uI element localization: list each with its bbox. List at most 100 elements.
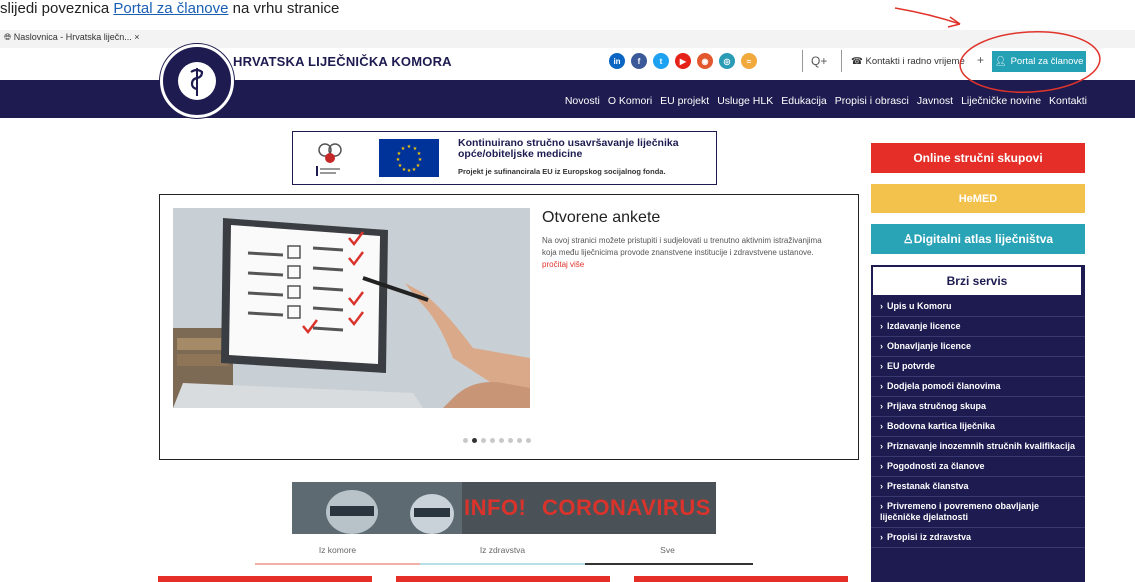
news-card-2[interactable] — [396, 576, 610, 582]
user-icon: 👤︎ — [994, 56, 1007, 67]
hemed-button[interactable]: HeMED — [871, 184, 1085, 213]
quick-service-item[interactable]: › Bodovna kartica liječnika — [871, 417, 1085, 437]
eu-banner-line2: opće/obiteljske medicine — [458, 148, 583, 160]
slider-dot[interactable] — [481, 438, 486, 443]
main-nav: Novosti O Komori EU projekt Usluge HLK Eduka… — [565, 95, 1087, 107]
slide-description: Na ovoj stranici možete pristupiti i sud… — [542, 235, 827, 271]
slide-title[interactable]: Otvorene ankete — [542, 209, 660, 227]
search-icon[interactable]: Q+ — [811, 54, 827, 68]
atlas-label: Digitalni atlas liječništva — [913, 232, 1054, 246]
rss-icon[interactable]: ≈ — [741, 53, 757, 69]
quick-service-label: Dodjela pomoći članovima — [887, 381, 1001, 391]
svg-text:★: ★ — [396, 157, 401, 163]
site-logo[interactable] — [160, 44, 234, 118]
quick-service-item[interactable]: › Privremeno i povremeno obavljanje liječ… — [871, 497, 1085, 528]
survey-laptop-image[interactable] — [173, 208, 530, 408]
quick-service-item[interactable]: › Prijava stručnog skupa — [871, 397, 1085, 417]
featured-slider[interactable]: Otvorene ankete Na ovoj stranici možete … — [159, 194, 859, 460]
quick-services-list: › Upis u Komoru › Izdavanje licence › Obnavlj… — [871, 297, 1085, 548]
svg-text:★: ★ — [412, 167, 417, 173]
instruction-link[interactable]: Portal za članove — [113, 0, 228, 17]
header-divider — [802, 50, 803, 72]
quick-service-item[interactable]: › Prestanak članstva — [871, 477, 1085, 497]
svg-text:★: ★ — [401, 146, 406, 152]
quick-service-item[interactable]: › Pogodnosti za članove — [871, 457, 1085, 477]
header-divider — [841, 50, 842, 72]
slider-dot[interactable] — [526, 438, 531, 443]
chevron-right-icon: › — [880, 421, 883, 431]
expand-icon[interactable]: + — [977, 53, 984, 67]
podcast-icon[interactable]: ◉ — [697, 53, 713, 69]
slider-dot[interactable] — [508, 438, 513, 443]
quick-service-item[interactable]: › Dodjela pomoći članovima — [871, 377, 1085, 397]
coronavirus-banner[interactable]: INFO! CORONAVIRUS — [292, 482, 716, 534]
quick-service-label: Obnavljanje licence — [887, 341, 972, 351]
eu-project-banner[interactable]: ★ ★ ★ ★ ★ ★ ★ ★ ★ ★ ★ ★ Kontinuirano stručno usav… — [292, 131, 717, 185]
quick-service-label: Izdavanje licence — [887, 321, 961, 331]
quick-services-title: Brzi servis — [873, 267, 1081, 295]
corona-title: CORONAVIRUS — [542, 495, 711, 520]
portal-button[interactable]: 👤︎ Portal za članove — [992, 51, 1086, 72]
nav-item-kontakti[interactable]: Kontakti — [1049, 95, 1087, 107]
laptop-checklist-illustration — [173, 208, 530, 408]
tab-iz-zdravstva[interactable]: Iz zdravstva — [420, 545, 585, 555]
quick-service-item[interactable]: › Upis u Komoru — [871, 297, 1085, 317]
globe-icon: 🌐︎ — [4, 32, 12, 42]
news-card-1[interactable] — [158, 576, 372, 582]
eu-stars-icon: ★ ★★★ ★★★★ ★★★★ — [396, 144, 423, 174]
slider-dot[interactable] — [490, 438, 495, 443]
instruction-before: slijedi poveznica — [0, 0, 110, 17]
quick-service-label: Upis u Komoru — [887, 301, 952, 311]
quick-service-label: Prijava stručnog skupa — [887, 401, 987, 411]
contact-label: Kontakti i radno vrijeme — [865, 56, 965, 67]
chevron-right-icon: › — [880, 441, 883, 451]
quick-service-item[interactable]: › EU potvrde — [871, 357, 1085, 377]
svg-text:★: ★ — [407, 144, 412, 150]
quick-service-item[interactable]: › Propisi iz zdravstva — [871, 528, 1085, 548]
chevron-right-icon: › — [880, 532, 883, 542]
digital-atlas-button[interactable]: ♙ Digitalni atlas liječništva — [871, 224, 1085, 254]
online-courses-button[interactable]: Online stručni skupovi — [871, 143, 1085, 173]
nav-item-propisi-i-obrasci[interactable]: Propisi i obrasci — [835, 95, 909, 107]
quick-service-label: Pogodnosti za članove — [887, 461, 985, 471]
instagram-icon[interactable]: ◎ — [719, 53, 735, 69]
slider-dot[interactable] — [499, 438, 504, 443]
tab-underline-sve — [585, 563, 753, 565]
slider-dot[interactable] — [517, 438, 522, 443]
read-more-link[interactable]: pročitaj više — [542, 260, 584, 269]
chevron-right-icon: › — [880, 381, 883, 391]
quick-service-item[interactable]: › Izdavanje licence — [871, 317, 1085, 337]
nav-item-javnost[interactable]: Javnost — [917, 95, 953, 107]
linkedin-icon[interactable]: in — [609, 53, 625, 69]
quick-service-item[interactable]: › Priznavanje inozemnih stručnih kvalifik… — [871, 437, 1085, 457]
news-card-3[interactable] — [634, 576, 848, 582]
contact-link[interactable]: ☎ Kontakti i radno vrijeme — [851, 56, 965, 67]
browser-tab[interactable]: 🌐︎ Naslovnica - Hrvatska liječn... × — [4, 32, 140, 43]
chevron-right-icon: › — [880, 481, 883, 491]
nav-item-lije-ni-ke-novine[interactable]: Liječničke novine — [961, 95, 1041, 107]
eu-banner-subtitle: Projekt je sufinancirala EU iz Europskog… — [458, 167, 666, 176]
brand-name: HRVATSKA LIJEČNIČKA KOMORA — [233, 54, 452, 69]
svg-text:★: ★ — [416, 163, 421, 169]
tab-iz-komore[interactable]: Iz komore — [255, 545, 420, 555]
facebook-icon[interactable]: f — [631, 53, 647, 69]
nav-item-usluge-hlk[interactable]: Usluge HLK — [717, 95, 773, 107]
nav-item-eu-projekt[interactable]: EU projekt — [660, 95, 709, 107]
nav-item-o-komori[interactable]: O Komori — [608, 95, 652, 107]
nav-item-novosti[interactable]: Novosti — [565, 95, 600, 107]
browser-tab-title: Naslovnica - Hrvatska liječn... × — [13, 32, 140, 42]
quick-service-item[interactable]: › Obnavljanje licence — [871, 337, 1085, 357]
portal-button-label: Portal za članove — [1010, 56, 1084, 67]
chevron-right-icon: › — [880, 301, 883, 311]
news-tabs: Iz komore Iz zdravstva Sve — [255, 543, 753, 565]
slider-dot[interactable] — [463, 438, 468, 443]
quick-service-label: EU potvrde — [887, 361, 936, 371]
tab-sve[interactable]: Sve — [585, 545, 750, 555]
medics-image — [292, 482, 462, 534]
tab-underline-komore — [255, 563, 420, 565]
corona-info-text: INFO! — [464, 495, 527, 520]
nav-item-edukacija[interactable]: Edukacija — [781, 95, 827, 107]
youtube-icon[interactable]: ▶ — [675, 53, 691, 69]
slider-dot[interactable] — [472, 438, 477, 443]
twitter-icon[interactable]: t — [653, 53, 669, 69]
